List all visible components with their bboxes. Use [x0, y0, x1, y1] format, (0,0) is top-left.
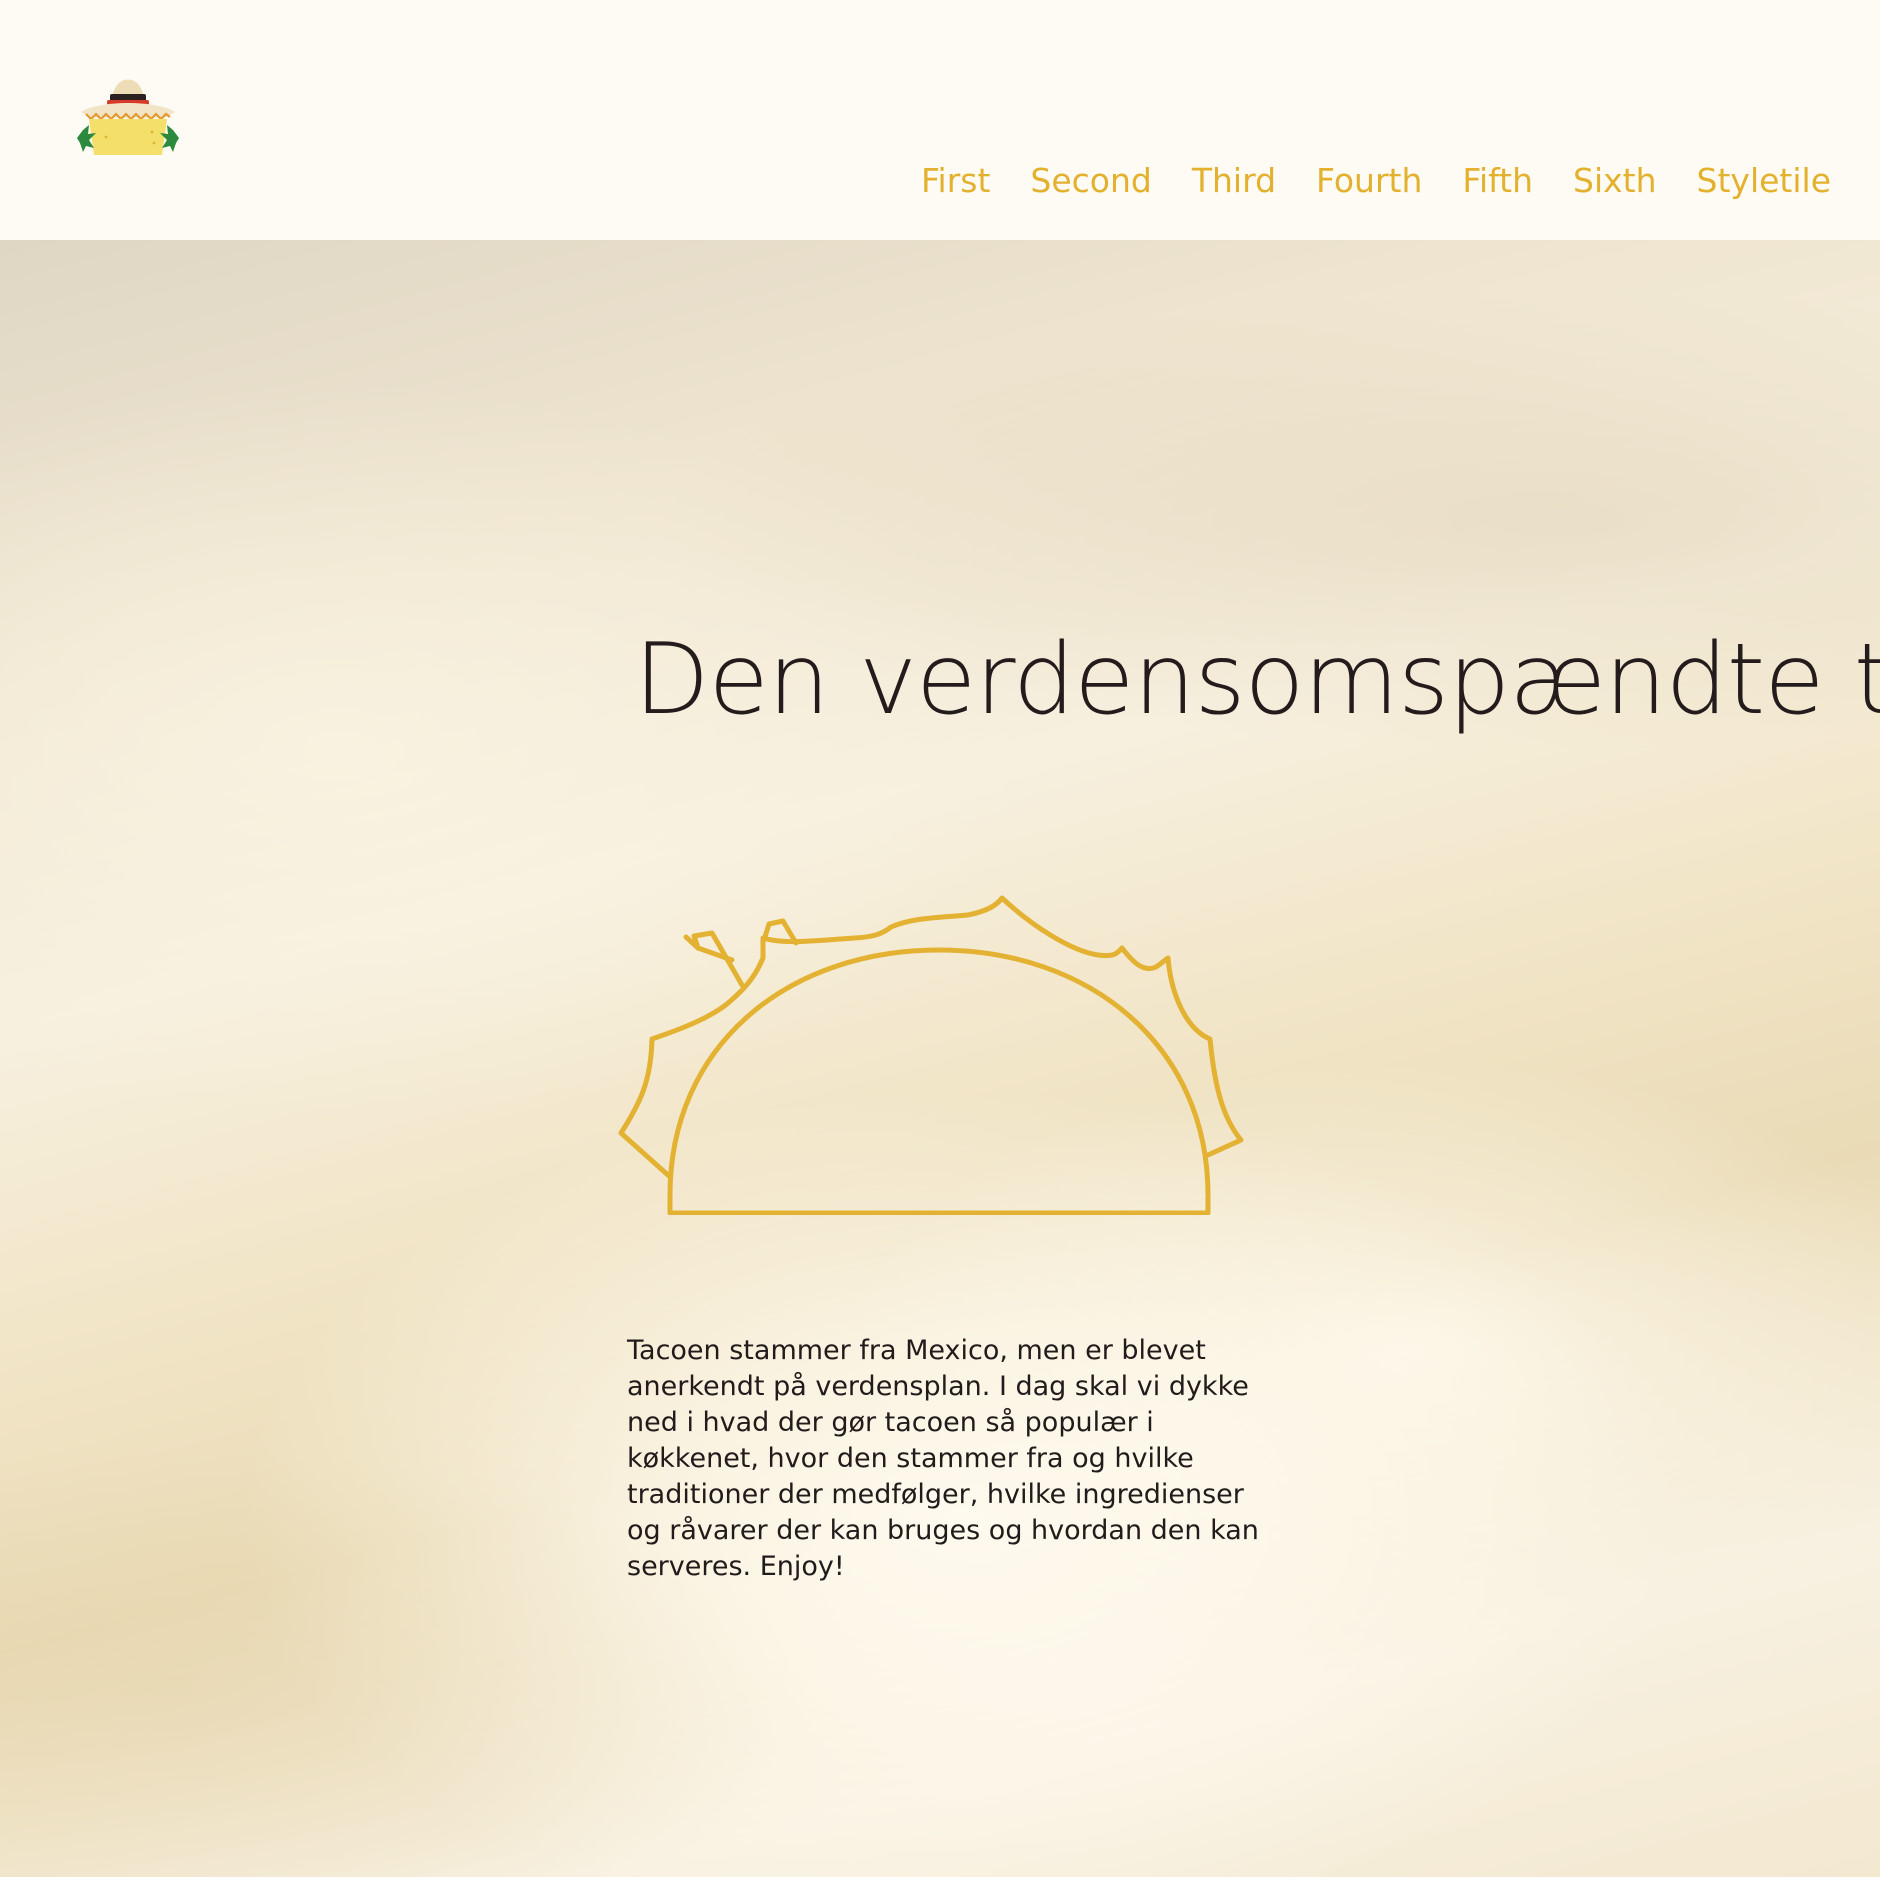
main-navigation: First Second Third Fourth Fifth Sixth St…: [921, 158, 1831, 204]
nav-link-styletile[interactable]: Styletile: [1697, 158, 1831, 204]
nav-link-first[interactable]: First: [921, 158, 990, 204]
page-title: Den verdensomspændte taco: [634, 623, 1880, 737]
hero-section: Den verdensomspændte taco Tacoen stammer…: [0, 240, 1880, 1877]
nav-link-fifth[interactable]: Fifth: [1462, 158, 1533, 204]
nav-link-sixth[interactable]: Sixth: [1573, 158, 1657, 204]
page: First Second Third Fourth Fifth Sixth St…: [0, 0, 1880, 1877]
taco-outline-icon: [618, 895, 1244, 1215]
nav-link-third[interactable]: Third: [1192, 158, 1276, 204]
sombrero-taco-icon[interactable]: [76, 64, 180, 160]
site-header: First Second Third Fourth Fifth Sixth St…: [0, 0, 1880, 240]
intro-text: Tacoen stammer fra Mexico, men er blevet…: [627, 1335, 1259, 1582]
nav-link-second[interactable]: Second: [1030, 158, 1151, 204]
nav-link-fourth[interactable]: Fourth: [1316, 158, 1422, 204]
